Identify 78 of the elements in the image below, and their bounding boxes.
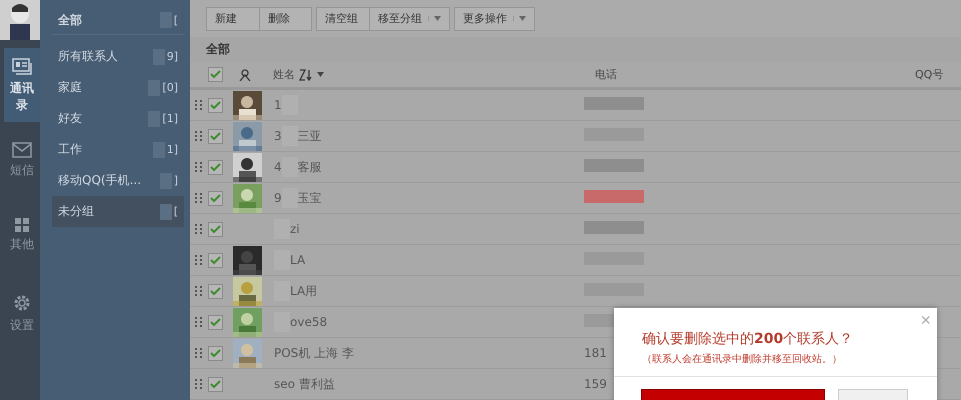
group-item[interactable]: 全部 [ [52, 6, 184, 35]
caret-icon [317, 72, 324, 78]
toolbar-button[interactable]: 更多操作 [455, 8, 534, 30]
contact-card-icon [12, 58, 32, 76]
contact-row[interactable]: LA [190, 245, 961, 276]
contact-row[interactable]: 9 玉宝 [190, 183, 961, 214]
select-all-checkbox[interactable] [208, 67, 223, 82]
nav-tab[interactable]: 设置 [4, 283, 40, 342]
group-count: [1] [148, 110, 178, 126]
sort-icon [299, 68, 313, 81]
row-checkbox[interactable] [208, 128, 223, 144]
contact-name: POS机 上海 李 [274, 344, 355, 362]
contact-row[interactable]: 1 [190, 90, 961, 121]
mail-icon [12, 142, 32, 158]
row-checkbox[interactable] [208, 346, 223, 360]
group-item[interactable]: 移动QQ(手机... ] [52, 165, 184, 196]
nav-tab[interactable]: 通讯录 [4, 48, 40, 122]
row-checkbox[interactable] [208, 160, 223, 174]
drag-handle-icon[interactable] [194, 100, 202, 110]
contact-name: LA [274, 250, 584, 270]
list-title: 全部 [206, 41, 230, 58]
person-icon [239, 68, 251, 81]
caret-icon [513, 16, 526, 22]
name-column-header[interactable]: 姓名 [273, 67, 595, 82]
contact-name: 1 [274, 95, 584, 115]
caret-icon [428, 16, 441, 22]
contact-row[interactable]: 4 客服 [190, 152, 961, 183]
row-checkbox[interactable] [208, 252, 223, 268]
contact-row[interactable]: LA用 [190, 276, 961, 307]
group-count: [ [160, 12, 178, 28]
row-checkbox[interactable] [208, 284, 223, 298]
contact-name: 4 客服 [274, 157, 584, 177]
drag-handle-icon[interactable] [194, 348, 202, 358]
row-checkbox[interactable] [208, 376, 223, 392]
drag-handle-icon[interactable] [194, 193, 202, 203]
drag-handle-icon[interactable] [194, 286, 202, 296]
phone-column-header: 电话 [595, 67, 618, 82]
group-count: [0] [148, 80, 178, 96]
group-count: 1] [152, 142, 178, 158]
contact-name: 9 玉宝 [274, 188, 584, 208]
row-checkbox[interactable] [208, 222, 223, 236]
drag-handle-icon[interactable] [194, 379, 202, 389]
drag-handle-icon[interactable] [194, 317, 202, 327]
contact-name: 3 三亚 [274, 126, 584, 146]
close-button[interactable]: × [920, 310, 931, 331]
row-checkbox[interactable] [208, 190, 223, 206]
drag-handle-icon[interactable] [194, 224, 202, 234]
drag-handle-icon[interactable] [194, 162, 202, 172]
settings-icon [12, 293, 32, 314]
group-item[interactable]: 好友 [1] [52, 103, 184, 134]
drag-handle-icon[interactable] [194, 255, 202, 265]
nav-tab[interactable]: 其他 [4, 208, 40, 262]
group-item[interactable]: 家庭 [0] [52, 72, 184, 103]
contact-name: LA用 [274, 281, 584, 301]
group-count: 9] [152, 48, 178, 64]
contact-name: seo 曹利益 [274, 376, 336, 392]
phone-number: 159 [584, 377, 607, 391]
dialog-note: （联系人会在通讯录中删除并移至回收站。） [642, 352, 843, 366]
toolbar-button[interactable]: 移至分组 [369, 8, 449, 30]
group-count: ] [160, 172, 178, 188]
toolbar-button[interactable]: 新建 [207, 8, 259, 30]
contact-row[interactable]: 3 三亚 [190, 121, 961, 152]
toolbar-button[interactable]: 清空组 [317, 8, 369, 30]
row-checkbox[interactable] [208, 98, 223, 112]
group-item[interactable]: 工作 1] [52, 134, 184, 165]
qq-column-header: QQ号 [915, 67, 944, 82]
grid-icon [15, 218, 29, 232]
toolbar-button[interactable]: 删除 [259, 8, 311, 30]
group-count: [ [160, 204, 178, 220]
group-item[interactable]: 所有联系人 9] [52, 41, 184, 72]
nav-tab[interactable]: 短信 [4, 132, 40, 186]
contact-name: zi [274, 219, 584, 239]
row-checkbox[interactable] [208, 314, 223, 330]
group-item[interactable]: 未分组 [ [52, 196, 184, 227]
contact-name: ove58 [274, 312, 584, 332]
drag-handle-icon[interactable] [194, 131, 202, 141]
phone-number: 181 [584, 346, 607, 360]
contact-row[interactable]: zi [190, 214, 961, 245]
